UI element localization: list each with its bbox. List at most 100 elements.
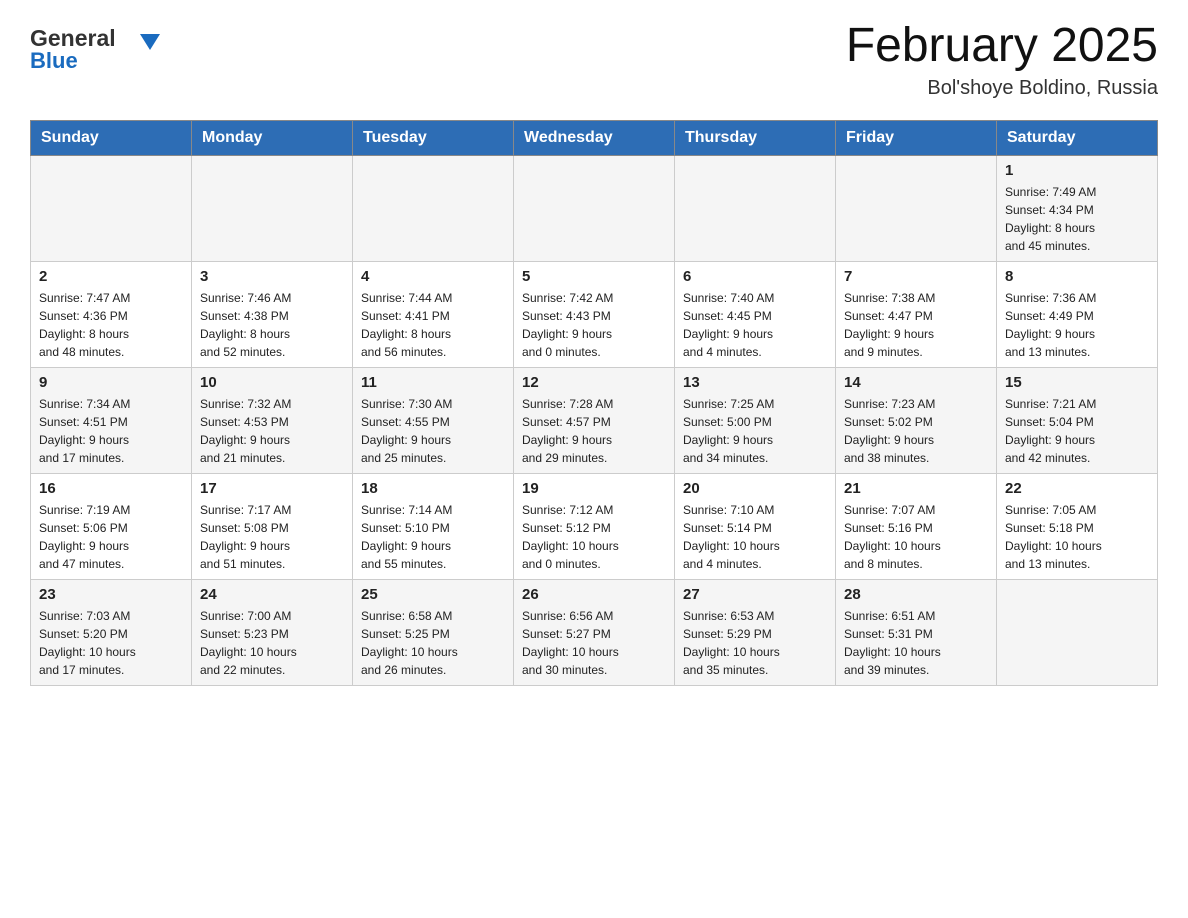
day-number: 14 xyxy=(844,374,988,391)
day-number: 17 xyxy=(200,480,344,497)
calendar-cell: 21 Sunrise: 7:07 AM Sunset: 5:16 PM Dayli… xyxy=(836,473,997,579)
week-row-2: 2 Sunrise: 7:47 AM Sunset: 4:36 PM Daylig… xyxy=(31,261,1158,367)
day-number: 21 xyxy=(844,480,988,497)
day-info: Sunrise: 6:56 AM Sunset: 5:27 PM Dayligh… xyxy=(522,607,666,679)
col-header-saturday: Saturday xyxy=(997,120,1158,155)
day-info: Sunrise: 7:40 AM Sunset: 4:45 PM Dayligh… xyxy=(683,289,827,361)
day-number: 22 xyxy=(1005,480,1149,497)
day-number: 9 xyxy=(39,374,183,391)
calendar-cell: 12 Sunrise: 7:28 AM Sunset: 4:57 PM Dayli… xyxy=(514,367,675,473)
day-info: Sunrise: 7:42 AM Sunset: 4:43 PM Dayligh… xyxy=(522,289,666,361)
day-info: Sunrise: 7:23 AM Sunset: 5:02 PM Dayligh… xyxy=(844,395,988,467)
calendar-cell: 15 Sunrise: 7:21 AM Sunset: 5:04 PM Dayli… xyxy=(997,367,1158,473)
calendar-cell: 28Sunrise: 6:51 AM Sunset: 5:31 PM Dayli… xyxy=(836,579,997,685)
day-info: Sunrise: 7:36 AM Sunset: 4:49 PM Dayligh… xyxy=(1005,289,1149,361)
day-info: Sunrise: 6:53 AM Sunset: 5:29 PM Dayligh… xyxy=(683,607,827,679)
calendar-cell: 1 Sunrise: 7:49 AM Sunset: 4:34 PM Daylig… xyxy=(997,155,1158,261)
calendar-cell: 2 Sunrise: 7:47 AM Sunset: 4:36 PM Daylig… xyxy=(31,261,192,367)
calendar-cell: 27 Sunrise: 6:53 AM Sunset: 5:29 PM Dayli… xyxy=(675,579,836,685)
day-info: Sunrise: 7:34 AM Sunset: 4:51 PM Dayligh… xyxy=(39,395,183,467)
day-info: Sunrise: 7:03 AM Sunset: 5:20 PM Dayligh… xyxy=(39,607,183,679)
calendar-cell: 17 Sunrise: 7:17 AM Sunset: 5:08 PM Dayli… xyxy=(192,473,353,579)
calendar-cell: 14 Sunrise: 7:23 AM Sunset: 5:02 PM Dayli… xyxy=(836,367,997,473)
calendar-cell xyxy=(836,155,997,261)
day-number: 6 xyxy=(683,268,827,285)
day-info: Sunrise: 7:44 AM Sunset: 4:41 PM Dayligh… xyxy=(361,289,505,361)
day-info: Sunrise: 7:21 AM Sunset: 5:04 PM Dayligh… xyxy=(1005,395,1149,467)
day-number: 28 xyxy=(844,586,988,603)
calendar-cell: 22 Sunrise: 7:05 AM Sunset: 5:18 PM Dayli… xyxy=(997,473,1158,579)
calendar-cell: 7 Sunrise: 7:38 AM Sunset: 4:47 PM Daylig… xyxy=(836,261,997,367)
day-info: Sunrise: 7:12 AM Sunset: 5:12 PM Dayligh… xyxy=(522,501,666,573)
week-row-4: 16 Sunrise: 7:19 AM Sunset: 5:06 PM Dayli… xyxy=(31,473,1158,579)
day-number: 10 xyxy=(200,374,344,391)
day-info: Sunrise: 7:10 AM Sunset: 5:14 PM Dayligh… xyxy=(683,501,827,573)
day-info: Sunrise: 7:38 AM Sunset: 4:47 PM Dayligh… xyxy=(844,289,988,361)
day-number: 27 xyxy=(683,586,827,603)
calendar-cell xyxy=(353,155,514,261)
day-number: 12 xyxy=(522,374,666,391)
calendar-cell: 16 Sunrise: 7:19 AM Sunset: 5:06 PM Dayli… xyxy=(31,473,192,579)
calendar-cell xyxy=(31,155,192,261)
col-header-monday: Monday xyxy=(192,120,353,155)
week-row-1: 1 Sunrise: 7:49 AM Sunset: 4:34 PM Daylig… xyxy=(31,155,1158,261)
day-number: 7 xyxy=(844,268,988,285)
day-info: Sunrise: 7:07 AM Sunset: 5:16 PM Dayligh… xyxy=(844,501,988,573)
col-header-thursday: Thursday xyxy=(675,120,836,155)
calendar-cell: 9 Sunrise: 7:34 AM Sunset: 4:51 PM Daylig… xyxy=(31,367,192,473)
day-info: Sunrise: 7:47 AM Sunset: 4:36 PM Dayligh… xyxy=(39,289,183,361)
day-info: Sunrise: 7:14 AM Sunset: 5:10 PM Dayligh… xyxy=(361,501,505,573)
day-number: 18 xyxy=(361,480,505,497)
col-header-sunday: Sunday xyxy=(31,120,192,155)
calendar-cell: 5 Sunrise: 7:42 AM Sunset: 4:43 PM Daylig… xyxy=(514,261,675,367)
day-info: Sunrise: 7:32 AM Sunset: 4:53 PM Dayligh… xyxy=(200,395,344,467)
calendar-cell: 4Sunrise: 7:44 AM Sunset: 4:41 PM Daylig… xyxy=(353,261,514,367)
day-number: 19 xyxy=(522,480,666,497)
day-info: Sunrise: 7:30 AM Sunset: 4:55 PM Dayligh… xyxy=(361,395,505,467)
calendar-subtitle: Bol'shoye Boldino, Russia xyxy=(846,77,1158,100)
logo: General Blue xyxy=(30,20,170,75)
col-header-tuesday: Tuesday xyxy=(353,120,514,155)
calendar-cell: 19 Sunrise: 7:12 AM Sunset: 5:12 PM Dayli… xyxy=(514,473,675,579)
calendar-cell xyxy=(192,155,353,261)
calendar-cell: 11 Sunrise: 7:30 AM Sunset: 4:55 PM Dayli… xyxy=(353,367,514,473)
calendar-cell xyxy=(514,155,675,261)
calendar-cell: 6 Sunrise: 7:40 AM Sunset: 4:45 PM Daylig… xyxy=(675,261,836,367)
day-number: 25 xyxy=(361,586,505,603)
day-info: Sunrise: 7:05 AM Sunset: 5:18 PM Dayligh… xyxy=(1005,501,1149,573)
day-info: Sunrise: 7:00 AM Sunset: 5:23 PM Dayligh… xyxy=(200,607,344,679)
calendar-cell: 23 Sunrise: 7:03 AM Sunset: 5:20 PM Dayli… xyxy=(31,579,192,685)
calendar-cell: 8Sunrise: 7:36 AM Sunset: 4:49 PM Daylig… xyxy=(997,261,1158,367)
day-number: 23 xyxy=(39,586,183,603)
day-number: 3 xyxy=(200,268,344,285)
calendar-cell xyxy=(675,155,836,261)
day-number: 1 xyxy=(1005,162,1149,179)
calendar-cell: 20Sunrise: 7:10 AM Sunset: 5:14 PM Dayli… xyxy=(675,473,836,579)
day-info: Sunrise: 7:17 AM Sunset: 5:08 PM Dayligh… xyxy=(200,501,344,573)
day-number: 2 xyxy=(39,268,183,285)
day-info: Sunrise: 7:49 AM Sunset: 4:34 PM Dayligh… xyxy=(1005,183,1149,255)
calendar-cell: 25 Sunrise: 6:58 AM Sunset: 5:25 PM Dayli… xyxy=(353,579,514,685)
week-row-3: 9 Sunrise: 7:34 AM Sunset: 4:51 PM Daylig… xyxy=(31,367,1158,473)
col-header-wednesday: Wednesday xyxy=(514,120,675,155)
calendar-table: SundayMondayTuesdayWednesdayThursdayFrid… xyxy=(30,120,1158,686)
week-row-5: 23 Sunrise: 7:03 AM Sunset: 5:20 PM Dayli… xyxy=(31,579,1158,685)
day-info: Sunrise: 6:58 AM Sunset: 5:25 PM Dayligh… xyxy=(361,607,505,679)
page-header: General Blue February 2025 Bol'shoye Bol… xyxy=(30,20,1158,100)
day-number: 26 xyxy=(522,586,666,603)
day-number: 11 xyxy=(361,374,505,391)
calendar-cell: 18 Sunrise: 7:14 AM Sunset: 5:10 PM Dayli… xyxy=(353,473,514,579)
day-number: 15 xyxy=(1005,374,1149,391)
day-info: Sunrise: 7:25 AM Sunset: 5:00 PM Dayligh… xyxy=(683,395,827,467)
calendar-cell: 3 Sunrise: 7:46 AM Sunset: 4:38 PM Daylig… xyxy=(192,261,353,367)
day-info: Sunrise: 7:28 AM Sunset: 4:57 PM Dayligh… xyxy=(522,395,666,467)
day-number: 5 xyxy=(522,268,666,285)
day-info: Sunrise: 7:46 AM Sunset: 4:38 PM Dayligh… xyxy=(200,289,344,361)
day-number: 24 xyxy=(200,586,344,603)
calendar-cell: 24 Sunrise: 7:00 AM Sunset: 5:23 PM Dayli… xyxy=(192,579,353,685)
day-info: Sunrise: 7:19 AM Sunset: 5:06 PM Dayligh… xyxy=(39,501,183,573)
calendar-title: February 2025 xyxy=(846,20,1158,73)
day-number: 16 xyxy=(39,480,183,497)
col-header-friday: Friday xyxy=(836,120,997,155)
calendar-cell: 10 Sunrise: 7:32 AM Sunset: 4:53 PM Dayli… xyxy=(192,367,353,473)
